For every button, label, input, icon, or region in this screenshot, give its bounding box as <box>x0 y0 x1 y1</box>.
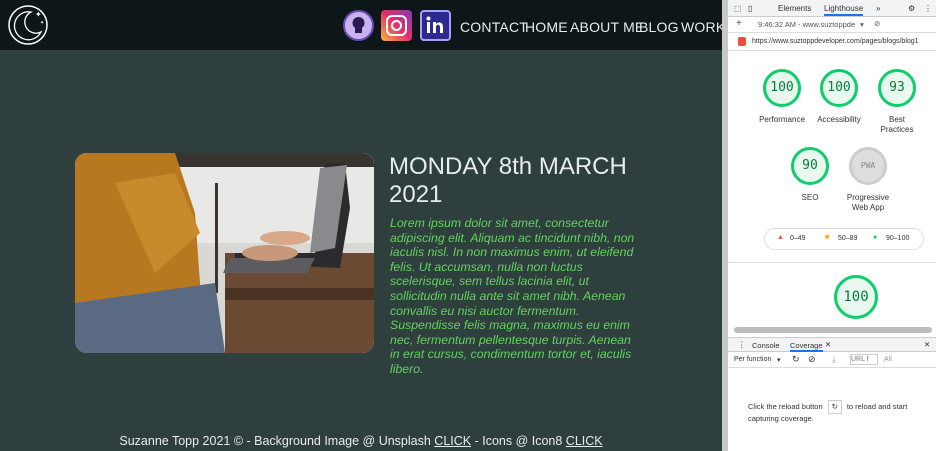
score-gauge-seo[interactable]: 90 <box>791 147 829 185</box>
audited-url[interactable]: https://www.suztoppdeveloper.com/pages/b… <box>752 38 919 45</box>
close-tab-icon[interactable]: ✕ <box>825 340 831 349</box>
lighthouse-logo-icon <box>738 37 746 46</box>
svg-text:✦: ✦ <box>40 20 44 26</box>
fail-triangle-icon: ▲ <box>777 234 784 241</box>
score-legend: ▲ 0–49 ■ 50–89 ● 90–100 <box>764 228 924 250</box>
coverage-toolbar: Per function ▾ ↻ ⊘ ⤓ All <box>728 352 936 368</box>
report-selector[interactable]: 9:46:32 AM - www.suztoppde <box>758 20 855 29</box>
more-tabs-button[interactable]: » <box>876 4 880 13</box>
blog-hero-image <box>75 153 374 353</box>
instagram-icon[interactable] <box>381 10 412 41</box>
unsplash-link[interactable]: CLICK <box>434 434 471 448</box>
score-label-pwa: Progressive Web App <box>846 193 890 212</box>
coverage-message-part1: Click the reload button <box>748 402 823 411</box>
pass-circle-icon: ● <box>873 234 878 241</box>
score-label-performance: Performance <box>759 115 805 124</box>
tab-elements[interactable]: Elements <box>778 4 811 13</box>
coverage-type-chevron-icon: ▾ <box>777 357 781 364</box>
drawer-menu-icon[interactable]: ⋮ <box>738 340 746 349</box>
footer-icons-text: - Icons @ Icon8 <box>471 434 566 448</box>
score-gauge-performance[interactable]: 100 <box>763 69 801 107</box>
devtools-tabbar: ⬚ ▯ Elements Lighthouse » ⚙ ⋮ <box>728 0 936 17</box>
legend-pass-range: 90–100 <box>886 235 910 242</box>
report-dropdown-chevron-icon[interactable]: ▾ <box>860 20 864 29</box>
icon8-link[interactable]: CLICK <box>566 434 603 448</box>
post-body: Lorem ipsum dolor sit amet, consectetur … <box>390 216 635 376</box>
score-label-best-practices: Best Practices <box>880 115 914 134</box>
linkedin-icon[interactable] <box>420 10 451 41</box>
clear-icon[interactable]: ⊘ <box>808 354 816 365</box>
new-report-plus-icon[interactable]: + <box>736 18 742 29</box>
average-square-icon: ■ <box>825 234 830 241</box>
nav-contact[interactable]: CONTACT <box>460 19 528 35</box>
content-type-filter[interactable]: All <box>884 356 892 363</box>
more-options-icon[interactable]: ⋮ <box>924 4 932 13</box>
lighthouse-toolbar: + 9:46:32 AM - www.suztoppde ▾ ⊘ <box>728 17 936 33</box>
nav-home[interactable]: HOME <box>525 19 568 35</box>
tab-lighthouse[interactable]: Lighthouse <box>824 4 864 16</box>
legend-fail-range: 0–49 <box>790 235 806 242</box>
reload-icon[interactable]: ↻ <box>792 354 800 365</box>
devtools-panel: ⬚ ▯ Elements Lighthouse » ⚙ ⋮ + 9:46:32 … <box>722 0 936 451</box>
score-label-accessibility: Accessibility <box>817 115 861 124</box>
moon-logo-icon[interactable]: ✦ ✦ <box>7 4 49 46</box>
close-drawer-icon[interactable]: ✕ <box>924 340 930 349</box>
nav-work[interactable]: WORK <box>681 19 722 35</box>
post-title: MONDAY 8th MARCH 2021 <box>389 153 627 208</box>
nav-about-me[interactable]: ABOUT ME <box>570 19 644 35</box>
coverage-empty-message: Click the reload button ↻ to reload and … <box>748 400 933 424</box>
tab-console[interactable]: Console <box>752 341 780 350</box>
audited-url-bar: https://www.suztoppdeveloper.com/pages/b… <box>728 33 936 51</box>
score-gauge-best-practices[interactable]: 93 <box>878 69 916 107</box>
nav-blog[interactable]: BLOG <box>639 19 679 35</box>
github-icon[interactable] <box>343 10 374 41</box>
url-filter-input[interactable] <box>850 354 878 365</box>
coverage-reload-button[interactable]: ↻ <box>827 400 842 414</box>
footer-credit-text: Suzanne Topp 2021 © - Background Image @… <box>119 434 435 448</box>
tab-coverage[interactable]: Coverage <box>790 341 823 352</box>
device-toolbar-icon[interactable]: ▯ <box>748 4 752 13</box>
score-gauge-accessibility[interactable]: 100 <box>820 69 858 107</box>
export-icon[interactable]: ⤓ <box>832 354 836 365</box>
horizontal-scrollbar[interactable] <box>734 327 932 333</box>
drawer-tabbar: ⋮ Console Coverage ✕ ✕ <box>728 337 936 352</box>
top-navbar: ✦ ✦ CONTACT HOME ABOUT ME BLOG WORK <box>0 0 722 50</box>
coverage-type-select[interactable]: Per function <box>734 356 771 363</box>
score-label-seo: SEO <box>801 193 819 202</box>
svg-text:✦: ✦ <box>35 10 42 19</box>
clear-report-icon[interactable]: ⊘ <box>874 19 880 28</box>
website-viewport: ✦ ✦ CONTACT HOME ABOUT ME BLOG WORK MOND… <box>0 0 722 451</box>
footer: Suzanne Topp 2021 © - Background Image @… <box>0 434 722 448</box>
score-gauge-pwa[interactable]: PWA <box>849 147 887 185</box>
inspect-element-icon[interactable]: ⬚ <box>734 4 742 13</box>
divider <box>728 262 936 263</box>
score-gauge-performance-large[interactable]: 100 <box>834 275 878 319</box>
settings-gear-icon[interactable]: ⚙ <box>908 4 915 13</box>
legend-average-range: 50–89 <box>838 235 858 242</box>
